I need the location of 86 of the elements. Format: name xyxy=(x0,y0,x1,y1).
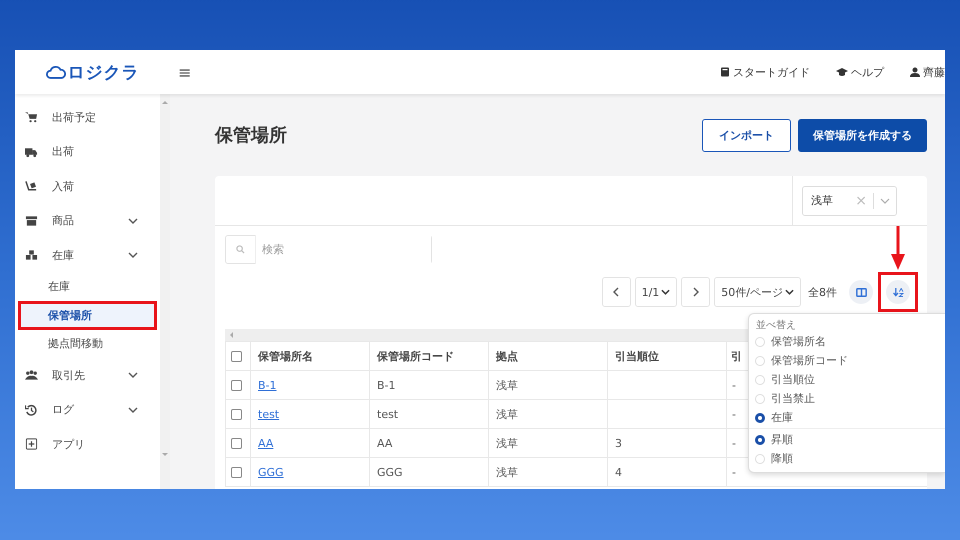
column-header: 引当順位 xyxy=(608,342,726,370)
column-header: 保管場所名 xyxy=(250,342,370,370)
next-page-button[interactable] xyxy=(681,277,710,307)
search-icon xyxy=(236,245,245,254)
location-link[interactable]: AA xyxy=(258,436,274,450)
sidebar-item[interactable]: ログ xyxy=(15,392,160,427)
column-header: 拠点 xyxy=(488,342,608,370)
chevron-right-icon xyxy=(692,287,699,297)
sidebar-item[interactable]: 取引先 xyxy=(15,358,160,392)
chevron-down-icon[interactable] xyxy=(128,406,138,413)
dolly-icon xyxy=(25,180,38,192)
sidebar-item[interactable]: 出荷 xyxy=(15,134,160,169)
total-count: 全8件 xyxy=(808,284,837,300)
sort-option[interactable]: 引当順位 xyxy=(755,370,945,389)
chevron-left-icon xyxy=(613,287,620,297)
box-icon xyxy=(25,214,38,227)
row-checkbox[interactable] xyxy=(231,408,242,420)
table-cell: 浅草 xyxy=(496,466,518,478)
table-cell: test xyxy=(377,408,398,420)
import-button[interactable]: インポート xyxy=(702,118,791,152)
table-cell: 4 xyxy=(615,466,622,478)
table-cell: - xyxy=(732,466,736,478)
location-link[interactable]: B-1 xyxy=(258,378,277,392)
cart-icon xyxy=(25,111,38,124)
sidebar-subitem[interactable]: 保管場所 xyxy=(18,301,157,330)
sort-button[interactable] xyxy=(886,280,910,304)
truck-icon xyxy=(25,146,38,158)
user-icon xyxy=(910,67,920,77)
select-all-checkbox[interactable] xyxy=(231,350,242,362)
create-button[interactable]: 保管場所を作成する xyxy=(798,118,927,152)
columns-icon xyxy=(856,288,866,296)
page-title: 保管場所 xyxy=(215,124,287,147)
table-cell: - xyxy=(732,378,736,392)
sidebar-item[interactable]: 商品 xyxy=(15,204,160,238)
table-cell: 浅草 xyxy=(496,436,518,450)
history-icon xyxy=(25,404,38,416)
people-icon xyxy=(25,369,38,382)
cloud-icon xyxy=(46,64,66,80)
sort-icon xyxy=(892,288,904,296)
logo-text: ロジクラ xyxy=(68,62,140,84)
column-header: 保管場所コード xyxy=(370,342,488,370)
sidebar-item[interactable]: 在庫 xyxy=(15,238,160,272)
table-cell: 浅草 xyxy=(496,378,518,392)
previous-page-button[interactable] xyxy=(602,277,631,307)
table-cell: - xyxy=(732,408,736,420)
sidebar-item[interactable]: アプリ xyxy=(15,427,160,462)
sort-option[interactable]: 保管場所名 xyxy=(755,332,945,351)
sort-option[interactable]: 保管場所コード xyxy=(755,351,945,370)
header-link[interactable]: 齊藤 xyxy=(910,64,945,80)
sidebar-item[interactable]: 入荷 xyxy=(15,169,160,204)
boxes-icon xyxy=(25,249,38,262)
chevron-down-icon[interactable] xyxy=(128,372,138,378)
sort-order-option[interactable]: 昇順 xyxy=(755,430,945,449)
chevron-down-icon xyxy=(661,289,670,295)
row-checkbox[interactable] xyxy=(231,438,242,449)
table-cell: B-1 xyxy=(377,378,396,392)
sort-order-option[interactable]: 降順 xyxy=(755,449,945,468)
header-link[interactable]: ヘルプ xyxy=(836,64,884,80)
graduation-cap-icon xyxy=(836,67,848,77)
columns-button[interactable] xyxy=(849,280,873,304)
per-page-select[interactable]: 50件/ページ xyxy=(714,277,801,307)
sort-option[interactable]: 在庫 xyxy=(755,408,945,427)
row-checkbox[interactable] xyxy=(231,380,242,391)
location-link[interactable]: GGG xyxy=(258,466,284,478)
row-checkbox[interactable] xyxy=(231,466,242,478)
page-select[interactable]: 1/1 xyxy=(634,277,678,307)
search-field[interactable]: 検索 xyxy=(225,235,432,264)
plus-icon xyxy=(25,438,38,450)
location-link[interactable]: test xyxy=(258,408,280,420)
table-cell: AA xyxy=(377,436,392,450)
table-cell: 浅草 xyxy=(496,408,518,420)
sort-option[interactable]: 引当禁止 xyxy=(755,389,945,408)
book-icon xyxy=(720,67,730,77)
table-cell: 3 xyxy=(615,436,622,450)
chevron-down-icon xyxy=(785,289,794,295)
menu-icon[interactable]: ≡ xyxy=(178,62,192,82)
header-link[interactable]: スタートガイド xyxy=(720,64,810,80)
sidebar-subitem[interactable]: 在庫 xyxy=(15,272,160,301)
chevron-down-icon[interactable] xyxy=(128,252,138,258)
sidebar-item[interactable]: 出荷予定 xyxy=(15,100,160,134)
table-cell: GGG xyxy=(377,466,403,478)
annotation-arrow xyxy=(891,226,905,270)
menu-title: 並べ替え xyxy=(756,318,797,332)
sidebar-subitem[interactable]: 拠点間移動 xyxy=(15,330,160,358)
table-cell: - xyxy=(732,436,736,450)
chevron-down-icon[interactable] xyxy=(128,218,138,224)
